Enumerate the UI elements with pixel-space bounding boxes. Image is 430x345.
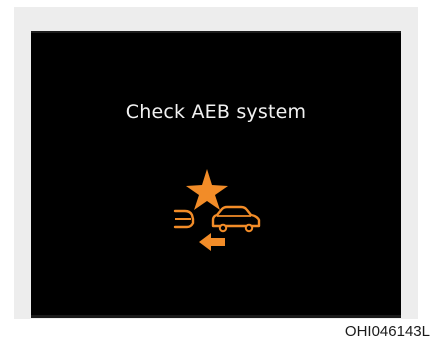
display-top-edge: [31, 31, 401, 33]
aeb-collision-warning-icon: [173, 169, 261, 251]
figure-code: OHI046143L: [344, 323, 430, 340]
impact-star-icon: [186, 169, 228, 210]
aeb-warning-message: Check AEB system: [125, 101, 307, 123]
arrow-left-icon: [199, 233, 225, 251]
cluster-display: Check AEB system: [31, 31, 401, 318]
